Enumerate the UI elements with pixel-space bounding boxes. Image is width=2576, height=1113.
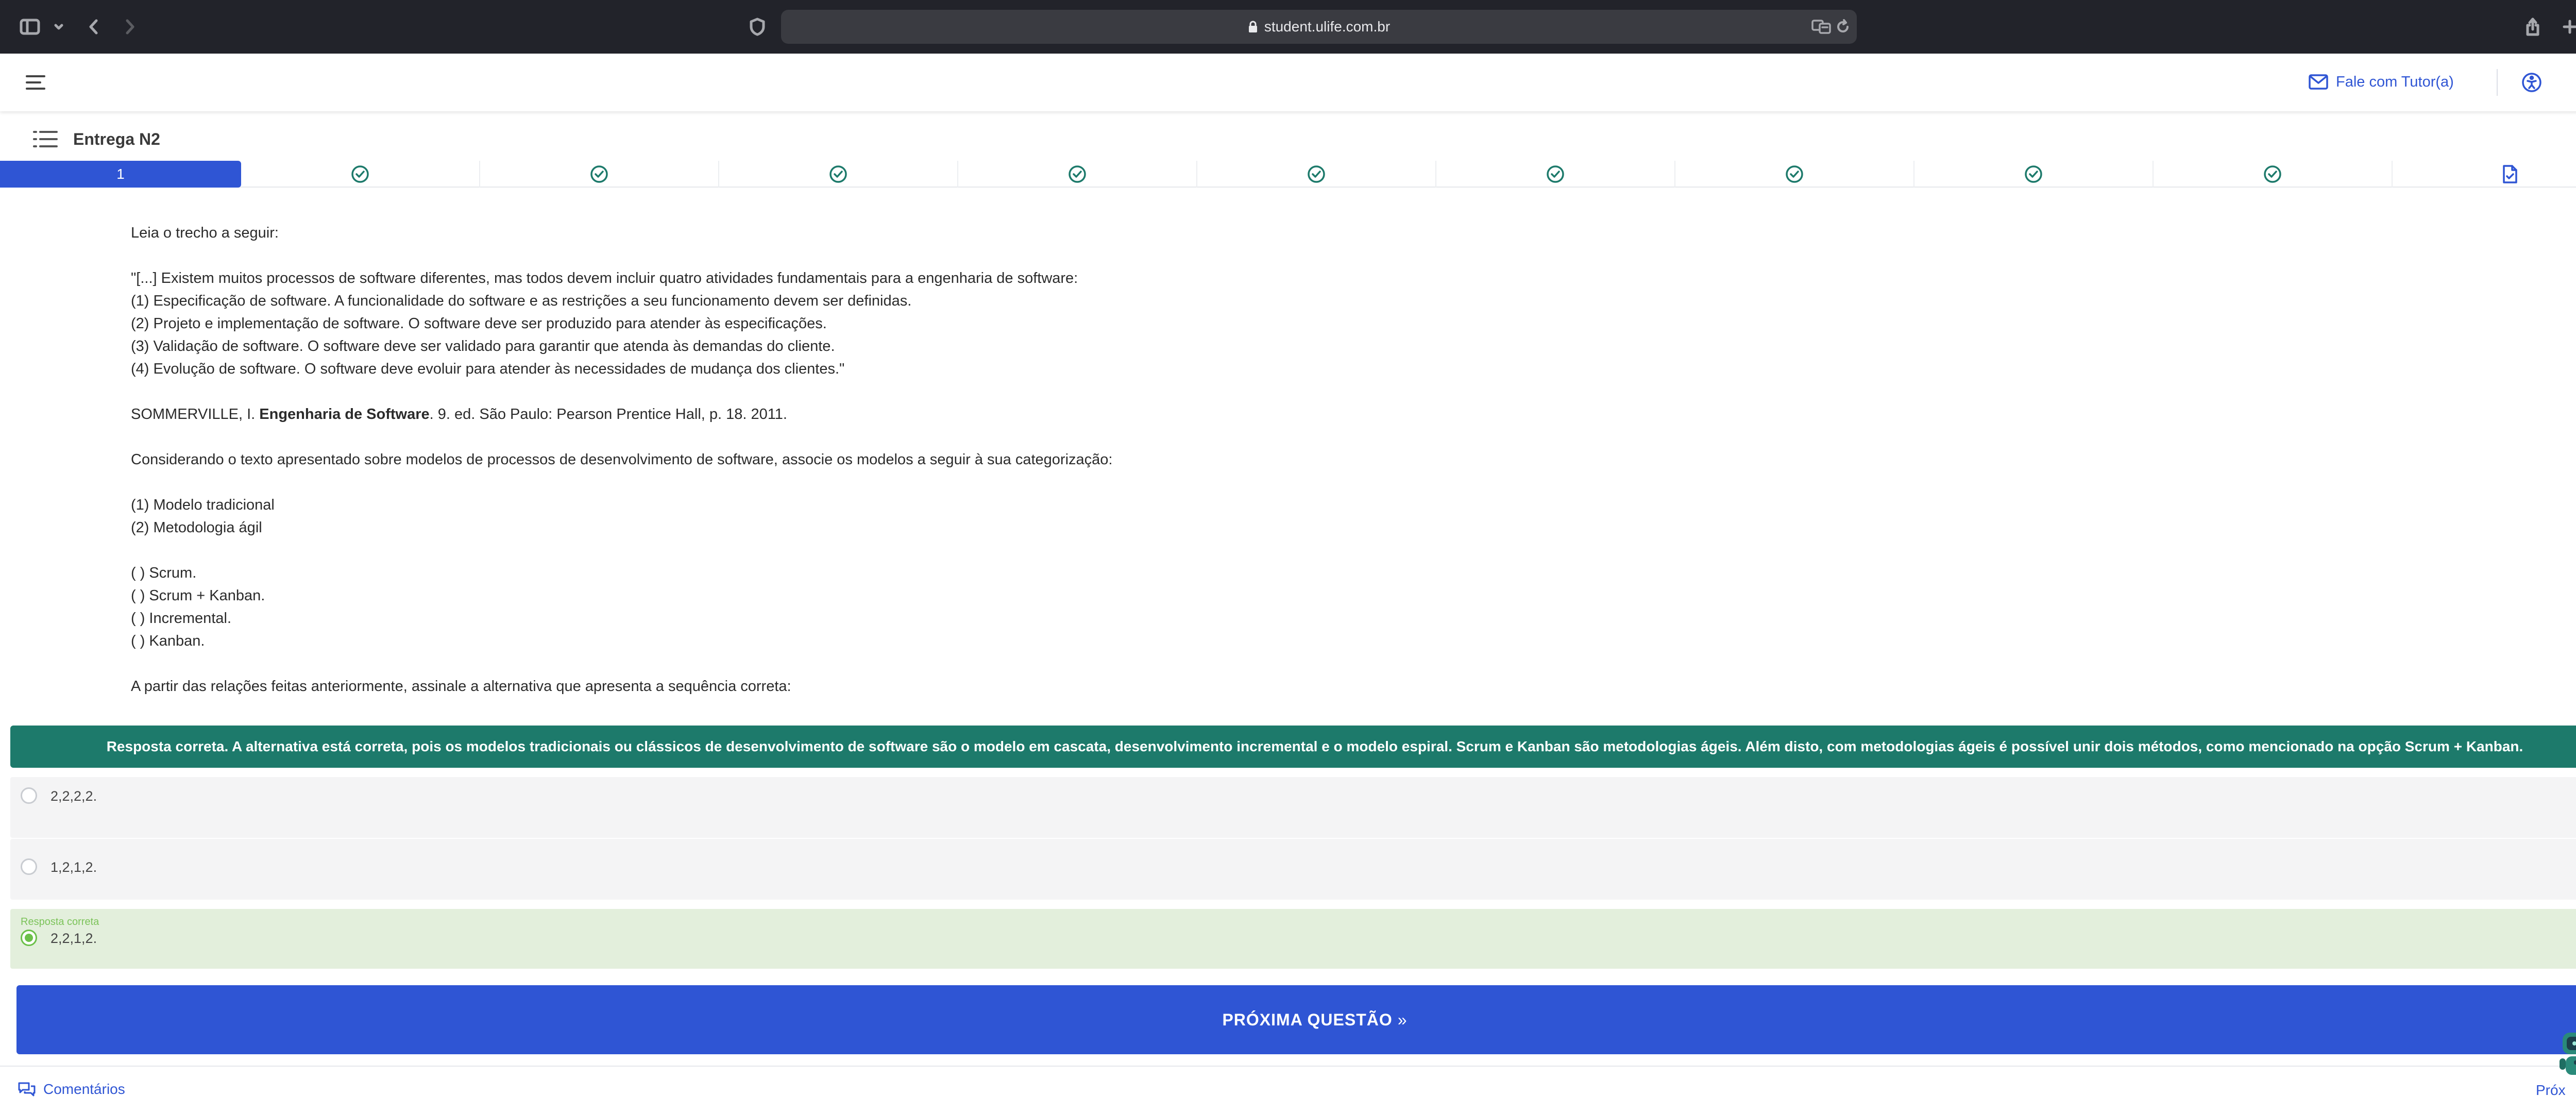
association-item: ( ) Scrum + Kanban. bbox=[131, 587, 265, 604]
mail-icon bbox=[2309, 74, 2328, 90]
step-8[interactable] bbox=[1675, 161, 1914, 188]
answer-option[interactable]: 2,2,2,2. bbox=[10, 777, 2576, 838]
lock-icon bbox=[1248, 21, 1257, 32]
check-circle-icon bbox=[1547, 165, 1564, 183]
share-icon[interactable] bbox=[2519, 13, 2546, 40]
activity-header: Entrega N2 bbox=[31, 126, 160, 153]
question-prompt: Considerando o texto apresentado sobre m… bbox=[131, 451, 1113, 468]
answer-option[interactable]: 1,2,1,2. bbox=[10, 839, 2576, 900]
new-tab-icon[interactable] bbox=[2556, 13, 2576, 40]
forward-icon[interactable] bbox=[116, 13, 143, 40]
step-finish[interactable] bbox=[2393, 161, 2576, 188]
option-label: 1,2,1,2. bbox=[50, 859, 97, 875]
header-divider bbox=[2497, 69, 2498, 96]
reader-shield-icon[interactable] bbox=[744, 13, 771, 40]
question-instruction: A partir das relações feitas anteriormen… bbox=[131, 678, 791, 695]
document-check-icon bbox=[2503, 165, 2517, 183]
accessibility-icon[interactable] bbox=[2519, 70, 2544, 95]
radio-button[interactable] bbox=[21, 858, 37, 875]
step-9[interactable] bbox=[1914, 161, 2154, 188]
next-question-label: PRÓXIMA QUESTÃO bbox=[1222, 1010, 1393, 1029]
list-icon[interactable] bbox=[31, 128, 60, 150]
sidebar-toggle-icon[interactable] bbox=[16, 13, 43, 40]
comments-icon bbox=[18, 1082, 36, 1097]
step-10[interactable] bbox=[2154, 161, 2393, 188]
address-bar[interactable]: student.ulife.com.br bbox=[781, 10, 1857, 44]
contact-tutor-link[interactable]: Fale com Tutor(a) bbox=[2308, 70, 2454, 94]
category-item: (2) Metodologia ágil bbox=[131, 519, 262, 536]
comments-label: Comentários bbox=[43, 1081, 125, 1097]
quote-line: (1) Especificação de software. A funcion… bbox=[131, 293, 912, 309]
chatbot-assistant-icon[interactable] bbox=[2555, 1025, 2576, 1091]
question-intro: Leia o trecho a seguir: bbox=[131, 225, 279, 241]
answer-option-correct[interactable]: Resposta correta 2,2,1,2. bbox=[10, 909, 2576, 969]
step-3[interactable] bbox=[480, 161, 719, 188]
quote-line: (2) Projeto e implementação de software.… bbox=[131, 315, 827, 332]
option-label: 2,2,2,2. bbox=[50, 788, 97, 804]
menu-icon[interactable] bbox=[25, 72, 47, 93]
comments-link[interactable]: Comentários bbox=[18, 1081, 125, 1098]
browser-toolbar: student.ulife.com.br bbox=[0, 0, 2576, 54]
reference: SOMMERVILLE, I. Engenharia de Software. … bbox=[131, 406, 787, 423]
association-item: ( ) Scrum. bbox=[131, 565, 197, 581]
step-6[interactable] bbox=[1197, 161, 1436, 188]
quote-line: (4) Evolução de software. O software dev… bbox=[131, 361, 845, 377]
activity-title: Entrega N2 bbox=[73, 129, 160, 148]
answer-feedback-banner: Resposta correta. A alternativa está cor… bbox=[10, 726, 2576, 768]
step-1[interactable]: 1 bbox=[0, 161, 241, 188]
step-2[interactable] bbox=[241, 161, 480, 188]
option-label: 2,2,1,2. bbox=[50, 931, 97, 946]
question-body: Leia o trecho a seguir: "[...] Existem m… bbox=[131, 222, 2552, 698]
chevron-down-icon[interactable] bbox=[48, 13, 69, 40]
radio-button-selected[interactable] bbox=[21, 930, 37, 946]
category-item: (1) Modelo tradicional bbox=[131, 497, 275, 513]
contact-tutor-label: Fale com Tutor(a) bbox=[2336, 73, 2454, 90]
app-header: Fale com Tutor(a) bbox=[0, 54, 2576, 111]
step-5[interactable] bbox=[958, 161, 1197, 188]
check-circle-icon bbox=[590, 165, 608, 183]
association-item: ( ) Incremental. bbox=[131, 610, 231, 627]
double-chevron-icon: » bbox=[1397, 1010, 1408, 1029]
check-circle-icon bbox=[829, 165, 847, 183]
check-circle-icon bbox=[1786, 165, 1803, 183]
question-stepper: 1 bbox=[0, 161, 2576, 188]
footer-bar: Comentários Próx bbox=[0, 1066, 2576, 1113]
radio-button[interactable] bbox=[21, 787, 37, 804]
reload-icon[interactable] bbox=[1830, 14, 1856, 40]
quote-line: "[...] Existem muitos processos de softw… bbox=[131, 270, 1078, 286]
step-1-label: 1 bbox=[116, 166, 125, 182]
step-7[interactable] bbox=[1436, 161, 1675, 188]
association-item: ( ) Kanban. bbox=[131, 633, 205, 649]
check-circle-icon bbox=[1069, 165, 1086, 183]
check-circle-icon bbox=[2025, 165, 2042, 183]
url-text: student.ulife.com.br bbox=[1264, 19, 1391, 35]
quote-line: (3) Validação de software. O software de… bbox=[131, 338, 835, 355]
check-circle-icon bbox=[351, 165, 369, 183]
back-icon[interactable] bbox=[80, 13, 107, 40]
next-question-button[interactable]: PRÓXIMA QUESTÃO » bbox=[16, 985, 2576, 1054]
feedback-text: Resposta correta. A alternativa está cor… bbox=[106, 738, 2523, 754]
step-4[interactable] bbox=[719, 161, 958, 188]
correct-answer-tag: Resposta correta bbox=[21, 916, 99, 927]
check-circle-icon bbox=[2264, 165, 2281, 183]
check-circle-icon bbox=[1308, 165, 1325, 183]
